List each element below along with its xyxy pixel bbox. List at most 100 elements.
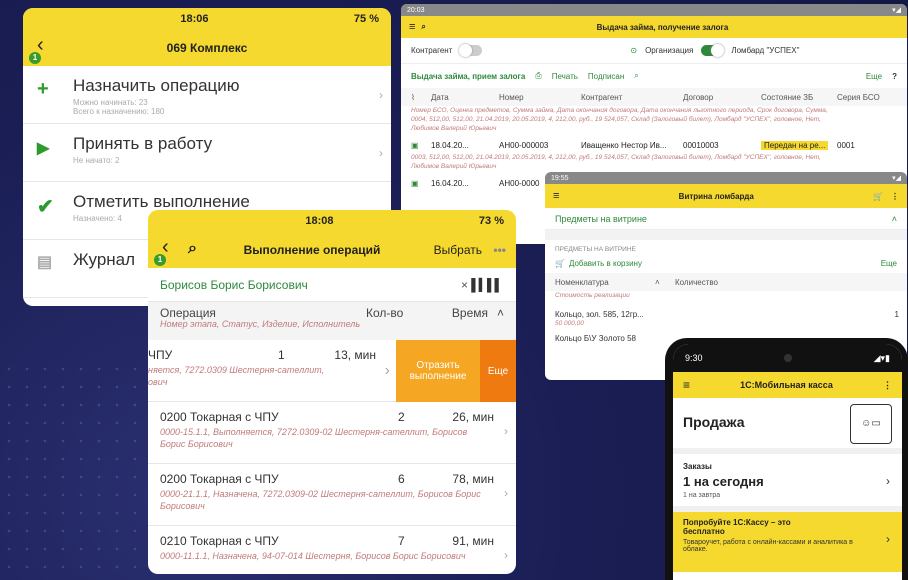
cell-series: 0001 <box>837 140 855 150</box>
cash-register-icon: ☺▭ <box>850 404 892 444</box>
battery-level: 75 % <box>353 13 379 25</box>
op-label: Отметить выполнение <box>73 192 250 211</box>
more-button[interactable]: Еще <box>866 72 882 81</box>
menu-icon[interactable]: ≡ <box>683 378 690 392</box>
item-price: 50 000,00 <box>555 320 584 327</box>
columns-hint: Стоимость реализации <box>555 292 630 299</box>
col-name[interactable]: Номенклатура <box>555 278 655 287</box>
table-row-swiped[interactable]: ЧПУ 1 13, мин няется, 7272.0309 Шестерня… <box>148 340 516 402</box>
back-icon[interactable]: ‹ <box>162 236 169 259</box>
status-time: 9:30 <box>685 353 703 363</box>
more-button[interactable]: Еще <box>881 259 897 268</box>
more-vertical-icon[interactable]: ⋮ <box>883 380 892 391</box>
row-who: Любимов Валерий Юрьевич <box>411 125 497 132</box>
print-icon: ⎙ <box>535 71 542 80</box>
search-field[interactable]: Борисов Борис Борисович × ▌▍▌▌ <box>148 268 516 302</box>
paperclip-icon: ⌇ <box>411 92 415 102</box>
col-qty[interactable]: Кол-во <box>366 306 403 320</box>
row-qty: 6 <box>398 472 405 486</box>
menu-icon[interactable]: ≡ <box>409 21 415 33</box>
col-date[interactable]: Дата <box>431 93 499 102</box>
row-time: 91, мин <box>452 534 494 548</box>
doc-icon: ▣ <box>411 178 419 188</box>
status-bar: 20:03 ▾◢ <box>401 4 907 16</box>
loan-link[interactable]: Выдача займа, прием залога <box>411 72 525 81</box>
col-state[interactable]: Состояние ЗБ <box>761 93 837 102</box>
phone-screen: 9:30 ◢▾▮ ≡ 1С:Мобильная касса ⋮ Продажа … <box>673 344 902 580</box>
more-action-button[interactable]: Еще <box>480 340 516 402</box>
col-operation[interactable]: Операция <box>160 306 216 320</box>
sale-card[interactable]: Продажа ☺▭ <box>673 398 902 454</box>
table-row[interactable]: 0210 Токарная с ЧПУ 7 91, мин 0000-11.1.… <box>148 526 516 574</box>
header-bar: 18:06 75 % 1 ‹ 069 Комплекс <box>23 8 391 66</box>
promo-title: Попробуйте 1С:Кассу – это бесплатно <box>683 518 791 536</box>
op-sub: Можно начинать: 23 <box>73 98 148 107</box>
page-title: 069 Комплекс <box>166 41 248 55</box>
doc-icon: ▣ <box>411 140 419 150</box>
contragent-label: Контрагент <box>411 46 453 55</box>
sign-button[interactable]: Подписан <box>588 72 624 81</box>
section-title: Предметы на витрине <box>555 213 647 224</box>
check-icon: ✔ <box>37 196 54 218</box>
cart-icon[interactable]: 🛒 <box>873 192 883 201</box>
row-extra: 0003, 512,00, 512,00, 21.04.2019, 20.05.… <box>411 154 821 161</box>
action-label: Еще <box>487 365 509 377</box>
circle-arrow-icon[interactable]: ⊙ <box>630 46 637 55</box>
row-qty: 2 <box>398 410 405 424</box>
org-toggle[interactable] <box>701 44 725 57</box>
signal-icon: ◢▾▮ <box>873 352 890 363</box>
record-done-button[interactable]: Отразить выполнение <box>396 340 480 402</box>
item-qty: 1 <box>894 310 899 319</box>
print-button[interactable]: Печать <box>552 72 578 81</box>
columns-hint: Номер этапа, Статус, Изделие, Исполнител… <box>160 319 361 329</box>
add-to-cart-button[interactable]: Добавить в корзину <box>569 259 642 268</box>
page-title: Выдача займа, получение залога <box>596 22 729 32</box>
list-item[interactable]: Кольцо, зол. 585, 12гр... 50 000,00 1 <box>545 300 907 328</box>
page-title: Витрина ломбарда <box>678 191 754 201</box>
row-extra: 0004, 512,00, 512,00, 21.04.2019, 20.05.… <box>411 116 821 123</box>
status-time: 18:08 <box>305 215 334 227</box>
status-bar: 18:08 73 % <box>148 210 516 232</box>
command-bar: Выдача займа, прием залога ⎙ Печать Подпи… <box>401 64 907 88</box>
filter-row: Контрагент ⊙ Организация Ломбард "УСПЕХ" <box>401 38 907 64</box>
table-row[interactable]: ▣ 18.04.20... АН00-000003 Иващенко Несто… <box>401 137 907 153</box>
row-qty: 1 <box>278 348 285 362</box>
op-assign[interactable]: + Назначить операцию Можно начинать: 23 … <box>23 66 391 124</box>
toolbar: ≡ 1С:Мобильная касса ⋮ <box>673 372 902 398</box>
status-bar: 18:06 75 % <box>23 8 391 30</box>
col-number[interactable]: Номер <box>499 93 581 102</box>
clear-icon[interactable]: × <box>461 278 468 292</box>
search-icon[interactable]: ⌕ <box>188 240 197 258</box>
row-time: 13, мин <box>334 348 376 362</box>
op-sub: Не начато: 2 <box>73 156 120 165</box>
cell-date: 16.04.20... <box>431 178 469 188</box>
table-row[interactable]: 0200 Токарная с ЧПУ 2 26, мин 0000-15.1.… <box>148 402 516 464</box>
cell-contract: 00010003 <box>683 140 719 150</box>
chevron-right-icon: › <box>504 424 508 438</box>
command-bar: 🛒 Добавить в корзину Еще <box>545 253 907 273</box>
select-button[interactable]: Выбрать <box>434 243 482 257</box>
col-time[interactable]: Время <box>452 306 488 320</box>
col-series[interactable]: Серия БСО <box>837 93 880 102</box>
table-row[interactable]: 0200 Токарная с ЧПУ 6 78, мин 0000-21.1.… <box>148 464 516 526</box>
cart-icon: 🛒 <box>555 258 565 268</box>
row-desc: 0000-21.1.1, Назначена, 7272.0309-02 Шес… <box>160 489 481 511</box>
section-header[interactable]: Предметы на витрине ˄ <box>545 208 907 230</box>
search-icon[interactable]: ⌕ <box>634 71 638 81</box>
op-label: Принять в работу <box>73 134 213 153</box>
op-accept[interactable]: ▶ Принять в работу Не начато: 2 › <box>23 124 391 182</box>
more-vertical-icon[interactable]: ⋮ <box>891 192 899 201</box>
col-contragent[interactable]: Контрагент <box>581 93 683 102</box>
orders-card[interactable]: Заказы 1 на сегодня 1 на завтра › <box>673 454 902 512</box>
chevron-right-icon: › <box>384 362 390 379</box>
barcode-icon[interactable]: ▌▍▌▌ <box>471 278 503 292</box>
contragent-toggle[interactable] <box>459 44 483 57</box>
more-dots-icon[interactable]: ••• <box>493 243 506 257</box>
col-qty[interactable]: Количество <box>675 278 718 287</box>
col-contract[interactable]: Договор <box>683 93 761 102</box>
cell-number: АН00-0000 <box>499 178 540 188</box>
promo-card[interactable]: Попробуйте 1С:Кассу – это бесплатно Това… <box>673 512 902 572</box>
sale-title: Продажа <box>683 414 745 430</box>
signal-icon: ▾◢ <box>892 175 901 182</box>
help-button[interactable]: ? <box>892 72 897 81</box>
